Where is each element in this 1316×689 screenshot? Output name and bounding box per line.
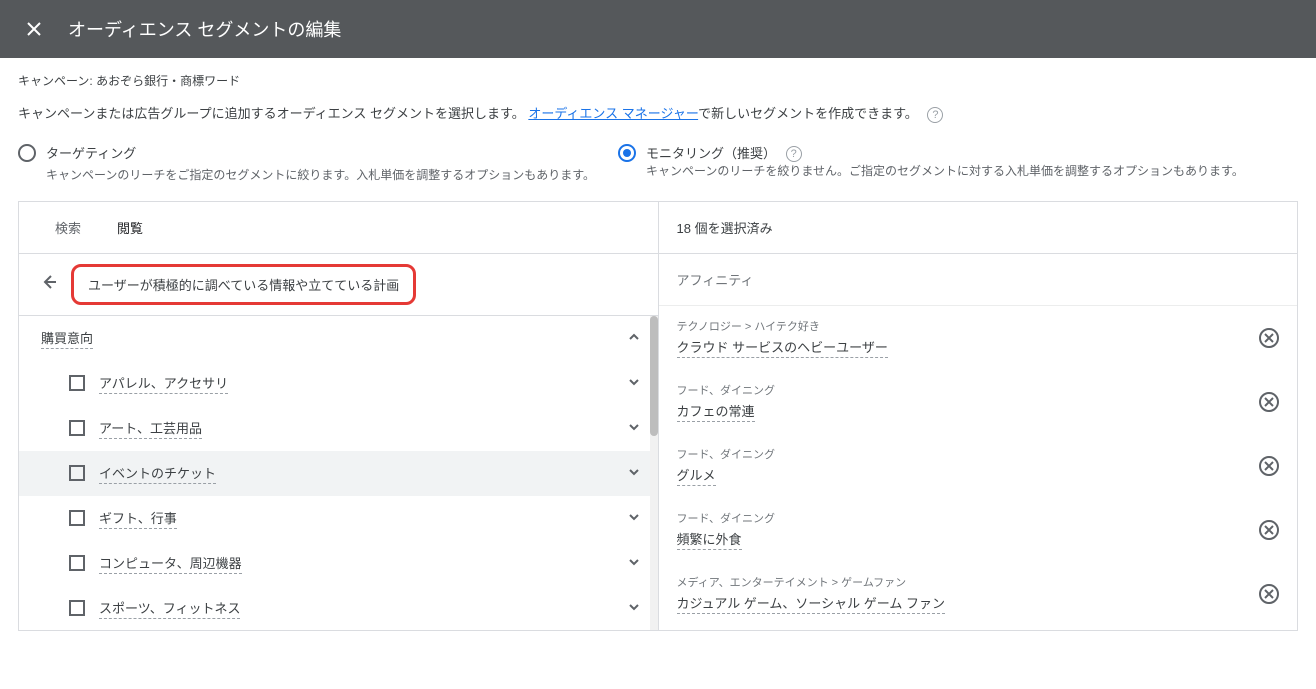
category-header-row[interactable]: 購買意向 (19, 316, 658, 361)
breadcrumb: ユーザーが積極的に調べている情報や立てている計画 (71, 264, 416, 305)
checkbox[interactable] (69, 465, 85, 481)
tab-browse[interactable]: 閲覧 (99, 202, 161, 253)
list-item-label: アート、工芸用品 (99, 418, 202, 439)
chevron-down-icon (628, 555, 640, 571)
radio-monitoring[interactable] (618, 144, 636, 162)
selected-item-path: フード、ダイニング (677, 510, 1250, 526)
scrollbar-thumb[interactable] (650, 316, 658, 436)
remove-button[interactable] (1259, 328, 1279, 348)
checkbox[interactable] (69, 555, 85, 571)
checkbox[interactable] (69, 420, 85, 436)
help-icon[interactable]: ? (786, 146, 802, 162)
campaign-label: キャンペーン: あおぞら銀行・商標ワード (0, 58, 1316, 97)
radio-targeting[interactable] (18, 144, 36, 162)
list-item[interactable]: ギフト、行事 (19, 496, 658, 541)
selected-item: フード、ダイニンググルメ (659, 434, 1298, 498)
radio-monitoring-title: モニタリング（推奨） (646, 146, 776, 161)
selected-item-label: グルメ (677, 465, 716, 486)
selected-list: テクノロジー > ハイテク好きクラウド サービスのヘビーユーザーフード、ダイニン… (659, 306, 1298, 630)
selected-item-label: クラウド サービスのヘビーユーザー (677, 337, 888, 358)
list-item[interactable]: アパレル、アクセサリ (19, 361, 658, 406)
remove-button[interactable] (1259, 584, 1279, 604)
selected-count: 18 個を選択済み (659, 202, 1298, 254)
close-icon[interactable] (24, 19, 44, 39)
selected-item: メディア、エンターテイメント > ゲームファンカジュアル ゲーム、ソーシャル ゲ… (659, 562, 1298, 626)
list-item[interactable]: アート、工芸用品 (19, 406, 658, 451)
selected-item: テクノロジー > ハイテク好きクラウド サービスのヘビーユーザー (659, 306, 1298, 370)
radio-monitoring-desc: キャンペーンのリーチを絞りません。ご指定のセグメントに対する入札単価を調整するオ… (646, 162, 1244, 179)
chevron-down-icon (628, 510, 640, 526)
list-item[interactable]: イベントのチケット (19, 451, 658, 496)
selected-item-label: 頻繁に外食 (677, 529, 742, 550)
category-header: 購買意向 (41, 328, 93, 349)
chevron-up-icon (628, 330, 640, 346)
chevron-down-icon (628, 465, 640, 481)
list-item-label: アパレル、アクセサリ (99, 373, 228, 394)
selected-item-path: フード、ダイニング (677, 382, 1250, 398)
help-icon[interactable]: ? (927, 107, 943, 123)
selected-item-path: テクノロジー > ハイテク好き (677, 318, 1250, 334)
checkbox[interactable] (69, 510, 85, 526)
list-item-label: コンピュータ、周辺機器 (99, 553, 242, 574)
instruction-prefix: キャンペーンまたは広告グループに追加するオーディエンス セグメントを選択します。 (18, 106, 525, 121)
checkbox[interactable] (69, 375, 85, 391)
radio-targeting-title: ターゲティング (46, 143, 595, 162)
list-item[interactable]: コンピュータ、周辺機器 (19, 541, 658, 586)
category-list: 購買意向 アパレル、アクセサリアート、工芸用品イベントのチケットギフト、行事コン… (19, 316, 658, 630)
checkbox[interactable] (69, 600, 85, 616)
chevron-down-icon (628, 420, 640, 436)
list-item-label: イベントのチケット (99, 463, 216, 484)
tab-search[interactable]: 検索 (37, 202, 99, 253)
remove-button[interactable] (1259, 392, 1279, 412)
instruction-text: キャンペーンまたは広告グループに追加するオーディエンス セグメントを選択します。… (0, 97, 1316, 143)
chevron-down-icon (628, 600, 640, 616)
selected-item-label: カフェの常連 (677, 401, 755, 422)
list-item[interactable]: スポーツ、フィットネス (19, 586, 658, 630)
back-arrow-icon[interactable] (37, 270, 61, 299)
list-item-label: ギフト、行事 (99, 508, 177, 529)
selected-item-label: カジュアル ゲーム、ソーシャル ゲーム ファン (677, 593, 946, 614)
selected-item: フード、ダイニングカフェの常連 (659, 370, 1298, 434)
radio-targeting-desc: キャンペーンのリーチをご指定のセグメントに絞ります。入札単価を調整するオプション… (46, 166, 595, 183)
remove-button[interactable] (1259, 456, 1279, 476)
audience-manager-link[interactable]: オーディエンス マネージャー (528, 106, 698, 121)
selected-item-path: フード、ダイニング (677, 446, 1250, 462)
instruction-suffix: で新しいセグメントを作成できます。 (698, 106, 918, 121)
selected-item: フード、ダイニング頻繁に外食 (659, 498, 1298, 562)
list-item-label: スポーツ、フィットネス (99, 598, 240, 619)
affinity-header: アフィニティ (659, 254, 1298, 306)
selected-item-path: メディア、エンターテイメント > ゲームファン (677, 574, 1250, 590)
page-title: オーディエンス セグメントの編集 (68, 16, 341, 42)
remove-button[interactable] (1259, 520, 1279, 540)
chevron-down-icon (628, 375, 640, 391)
